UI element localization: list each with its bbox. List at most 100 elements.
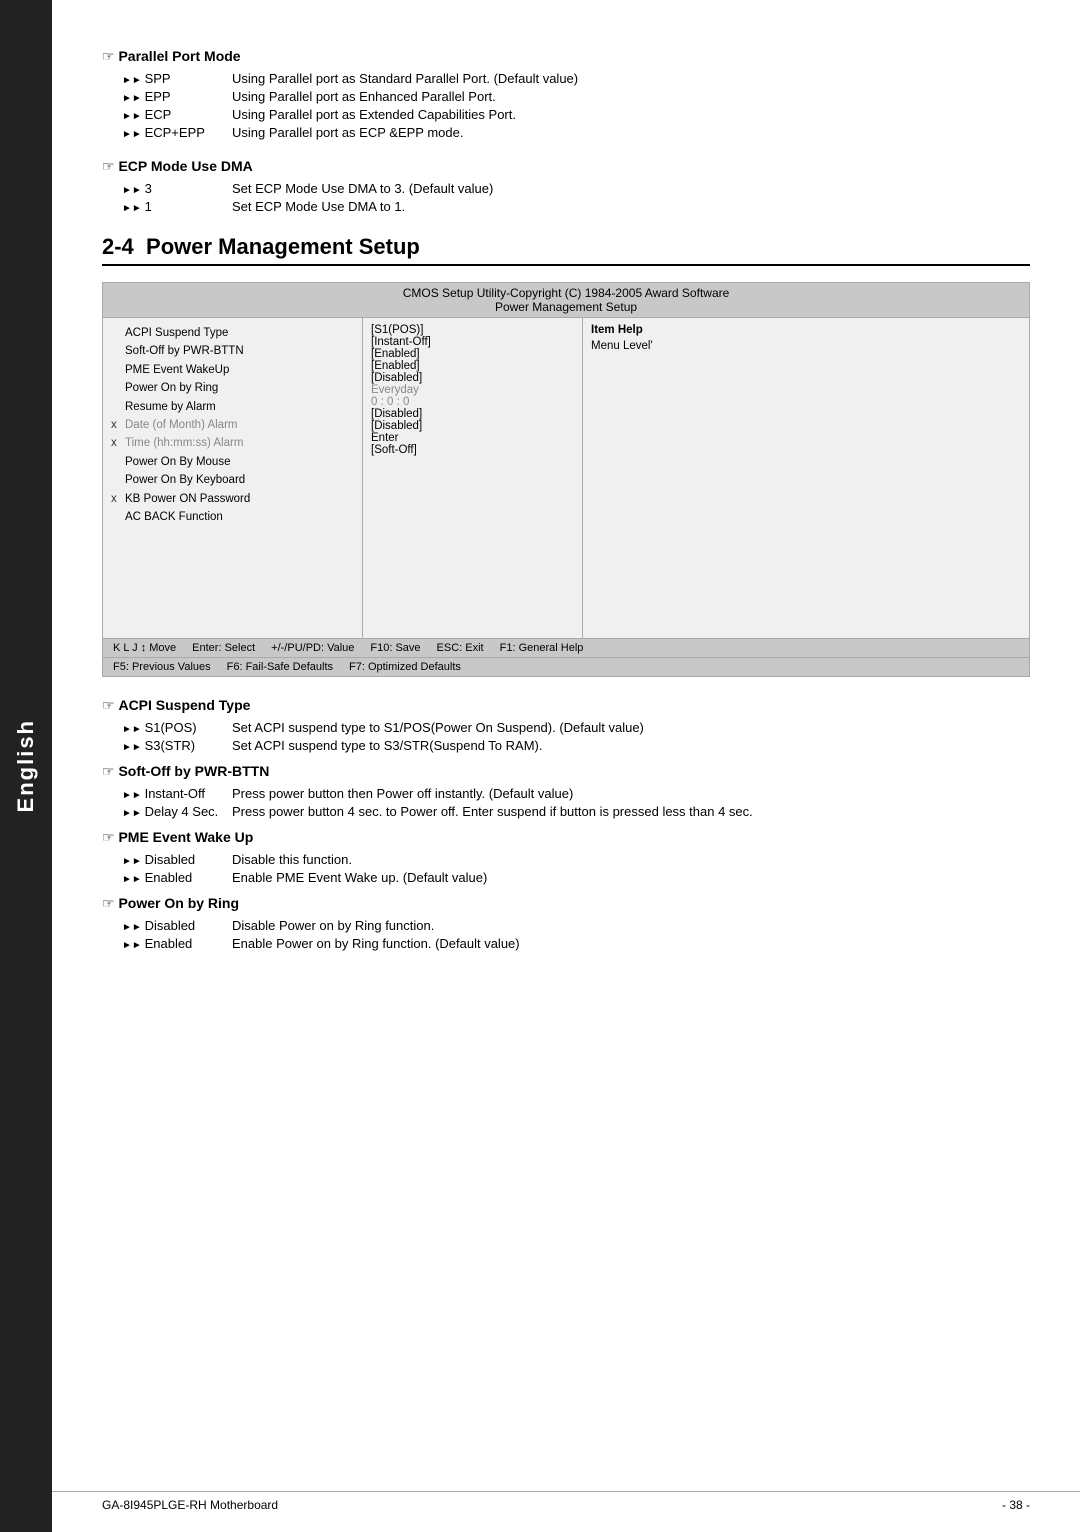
acpi-items: S1(POS) Set ACPI suspend type to S1/POS(… (102, 720, 1030, 753)
cmos-row: Resume by Alarm (111, 398, 354, 416)
parallel-port-items: SPP Using Parallel port as Standard Para… (102, 71, 1030, 140)
list-item: ECP Using Parallel port as Extended Capa… (102, 107, 1030, 122)
item-desc: Disable this function. (232, 852, 1030, 867)
footer-left: GA-8I945PLGE-RH Motherboard (102, 1498, 278, 1512)
ecp-items: 3 Set ECP Mode Use DMA to 3. (Default va… (102, 181, 1030, 214)
item-label: Disabled (122, 918, 232, 933)
cmos-body: ACPI Suspend Type Soft-Off by PWR-BTTN P… (103, 318, 1029, 638)
item-label: S1(POS) (122, 720, 232, 735)
cmos-row: xDate (of Month) Alarm (111, 416, 354, 434)
item-label: Disabled (122, 852, 232, 867)
item-label: ECP+EPP (122, 125, 232, 140)
pme-title: PME Event Wake Up (102, 829, 1030, 846)
cmos-header2: Power Management Setup (103, 300, 1029, 314)
item-desc: Using Parallel port as Extended Capabili… (232, 107, 1030, 122)
cmos-row: ACPI Suspend Type (111, 324, 354, 342)
cmos-row: xTime (hh:mm:ss) Alarm (111, 434, 354, 452)
pme-items: Disabled Disable this function. Enabled … (102, 852, 1030, 885)
list-item: Instant-Off Press power button then Powe… (102, 786, 1030, 801)
cmos-row: Soft-Off by PWR-BTTN (111, 342, 354, 360)
chapter-title: Power Management Setup (146, 234, 420, 259)
cmos-footer2: F5: Previous Values F6: Fail-Safe Defaul… (103, 657, 1029, 676)
list-item: Disabled Disable Power on by Ring functi… (102, 918, 1030, 933)
item-desc: Press power button then Power off instan… (232, 786, 1030, 801)
acpi-title: ACPI Suspend Type (102, 697, 1030, 714)
chapter-heading: 2-4 Power Management Setup (102, 234, 1030, 266)
item-label: Instant-Off (122, 786, 232, 801)
item-label: Delay 4 Sec. (122, 804, 232, 819)
footer-help: F1: General Help (500, 642, 584, 654)
cmos-row: Power On by Ring (111, 379, 354, 397)
footer-right: - 38 - (1002, 1498, 1030, 1512)
footer-enter: Enter: Select (192, 642, 255, 654)
cmos-value: Everyday (371, 384, 574, 396)
item-desc: Using Parallel port as Standard Parallel… (232, 71, 1030, 86)
cmos-box: CMOS Setup Utility-Copyright (C) 1984-20… (102, 282, 1030, 677)
cmos-middle-panel: [S1(POS)] [Instant-Off] [Enabled] [Enabl… (363, 318, 583, 638)
cmos-value: [Instant-Off] (371, 336, 574, 348)
list-item: EPP Using Parallel port as Enhanced Para… (102, 89, 1030, 104)
sidebar-label: English (13, 719, 39, 812)
cmos-value: [S1(POS)] (371, 324, 574, 336)
item-label: SPP (122, 71, 232, 86)
power-ring-items: Disabled Disable Power on by Ring functi… (102, 918, 1030, 951)
list-item: Enabled Enable Power on by Ring function… (102, 936, 1030, 951)
item-desc: Disable Power on by Ring function. (232, 918, 1030, 933)
softoff-items: Instant-Off Press power button then Powe… (102, 786, 1030, 819)
list-item: Delay 4 Sec. Press power button 4 sec. t… (102, 804, 1030, 819)
cmos-value: 0 : 0 : 0 (371, 396, 574, 408)
page-footer: GA-8I945PLGE-RH Motherboard - 38 - (52, 1491, 1080, 1512)
list-item: S3(STR) Set ACPI suspend type to S3/STR(… (102, 738, 1030, 753)
item-desc: Enable Power on by Ring function. (Defau… (232, 936, 1030, 951)
footer-esc: ESC: Exit (437, 642, 484, 654)
footer-prev: F5: Previous Values (113, 661, 211, 673)
list-item: 3 Set ECP Mode Use DMA to 3. (Default va… (102, 181, 1030, 196)
cmos-footer-row2: F5: Previous Values F6: Fail-Safe Defaul… (113, 661, 461, 673)
cmos-value: Enter (371, 432, 574, 444)
cmos-footer: K L J ↕ Move Enter: Select +/-/PU/PD: Va… (103, 638, 1029, 657)
item-label: 3 (122, 181, 232, 196)
footer-failsafe: F6: Fail-Safe Defaults (227, 661, 333, 673)
item-help-desc: Menu Level' (591, 340, 1021, 352)
cmos-value: [Disabled] (371, 408, 574, 420)
list-item: S1(POS) Set ACPI suspend type to S1/POS(… (102, 720, 1030, 735)
footer-move: K L J ↕ Move (113, 642, 176, 654)
list-item: 1 Set ECP Mode Use DMA to 1. (102, 199, 1030, 214)
item-label: 1 (122, 199, 232, 214)
cmos-help-panel: Item Help Menu Level' (583, 318, 1029, 638)
item-desc: Set ACPI suspend type to S1/POS(Power On… (232, 720, 1030, 735)
item-desc: Using Parallel port as ECP &EPP mode. (232, 125, 1030, 140)
footer-save: F10: Save (370, 642, 420, 654)
sidebar: English (0, 0, 52, 1532)
item-help-title: Item Help (591, 324, 1021, 336)
cmos-footer-row1: K L J ↕ Move Enter: Select +/-/PU/PD: Va… (113, 642, 583, 654)
cmos-value: [Soft-Off] (371, 444, 574, 456)
item-label: EPP (122, 89, 232, 104)
power-ring-title: Power On by Ring (102, 895, 1030, 912)
item-desc: Enable PME Event Wake up. (Default value… (232, 870, 1030, 885)
list-item: Disabled Disable this function. (102, 852, 1030, 867)
cmos-value: [Disabled] (371, 372, 574, 384)
item-label: Enabled (122, 936, 232, 951)
item-desc: Set ECP Mode Use DMA to 1. (232, 199, 1030, 214)
item-label: S3(STR) (122, 738, 232, 753)
footer-value: +/-/PU/PD: Value (271, 642, 354, 654)
cmos-value: [Enabled] (371, 348, 574, 360)
cmos-value: [Disabled] (371, 420, 574, 432)
list-item: SPP Using Parallel port as Standard Para… (102, 71, 1030, 86)
list-item: Enabled Enable PME Event Wake up. (Defau… (102, 870, 1030, 885)
cmos-row: AC BACK Function (111, 508, 354, 526)
item-desc: Set ACPI suspend type to S3/STR(Suspend … (232, 738, 1030, 753)
item-label: Enabled (122, 870, 232, 885)
cmos-row: xKB Power ON Password (111, 490, 354, 508)
list-item: ECP+EPP Using Parallel port as ECP &EPP … (102, 125, 1030, 140)
ecp-title: ECP Mode Use DMA (102, 158, 1030, 175)
cmos-header: CMOS Setup Utility-Copyright (C) 1984-20… (103, 283, 1029, 318)
main-content: Parallel Port Mode SPP Using Parallel po… (52, 0, 1080, 994)
cmos-row: PME Event WakeUp (111, 361, 354, 379)
item-desc: Set ECP Mode Use DMA to 3. (Default valu… (232, 181, 1030, 196)
cmos-row: Power On By Mouse (111, 453, 354, 471)
item-desc: Using Parallel port as Enhanced Parallel… (232, 89, 1030, 104)
footer-optimized: F7: Optimized Defaults (349, 661, 461, 673)
item-desc: Press power button 4 sec. to Power off. … (232, 804, 1030, 819)
